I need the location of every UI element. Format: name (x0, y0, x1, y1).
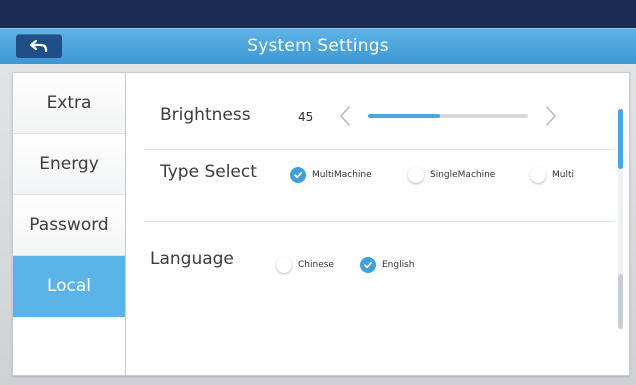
back-button[interactable] (16, 34, 62, 58)
settings-panel: Extra Energy Password Local Brightness 4… (12, 72, 630, 376)
sidebar-item-local[interactable]: Local (13, 256, 125, 317)
settings-scrollbar[interactable] (618, 109, 623, 329)
brightness-increase-button[interactable] (542, 104, 560, 128)
brightness-decrease-button[interactable] (336, 104, 354, 128)
divider (144, 221, 612, 222)
type-select-label: Type Select (160, 162, 257, 182)
language-option-english[interactable]: English (360, 257, 415, 273)
option-label: MultiMachine (312, 170, 372, 180)
radio-unchecked-icon (530, 167, 546, 183)
sidebar-item-energy[interactable]: Energy (13, 134, 125, 195)
top-bezel (0, 0, 636, 28)
scrollbar-thumb[interactable] (618, 109, 623, 169)
type-option-multi[interactable]: Multi (530, 167, 574, 183)
back-arrow-icon (28, 38, 50, 54)
option-label: English (382, 260, 415, 270)
brightness-slider[interactable] (368, 114, 528, 118)
sidebar-item-label: Password (29, 215, 109, 235)
brightness-slider-fill (368, 114, 440, 118)
sidebar-item-password[interactable]: Password (13, 195, 125, 256)
sidebar-item-label: Extra (46, 93, 92, 113)
sidebar-item-label: Energy (39, 154, 99, 174)
chevron-left-icon (340, 106, 350, 126)
option-label: Multi (552, 170, 574, 180)
title-bar: System Settings (0, 28, 636, 64)
divider (144, 149, 612, 150)
settings-sidebar: Extra Energy Password Local (13, 73, 126, 375)
sidebar-item-extra[interactable]: Extra (13, 73, 125, 134)
radio-unchecked-icon (408, 167, 424, 183)
language-label: Language (150, 249, 234, 269)
scrollbar-track-lower (618, 274, 623, 329)
type-option-multimachine[interactable]: MultiMachine (290, 167, 372, 183)
option-label: SingleMachine (430, 170, 496, 180)
option-label: Chinese (298, 260, 334, 270)
page-title: System Settings (247, 36, 389, 56)
brightness-value: 45 (298, 110, 314, 124)
radio-unchecked-icon (276, 257, 292, 273)
chevron-right-icon (546, 106, 556, 126)
sidebar-item-label: Local (46, 276, 92, 296)
checked-radio-icon (360, 257, 376, 273)
settings-content: Brightness 45 Type Select MultiMachine S… (126, 73, 629, 375)
type-option-singlemachine[interactable]: SingleMachine (408, 167, 495, 183)
language-option-chinese[interactable]: Chinese (276, 257, 334, 273)
device-screen: System Settings Extra Energy Password Lo… (0, 0, 636, 385)
brightness-label: Brightness (160, 105, 251, 125)
checked-radio-icon (290, 167, 306, 183)
